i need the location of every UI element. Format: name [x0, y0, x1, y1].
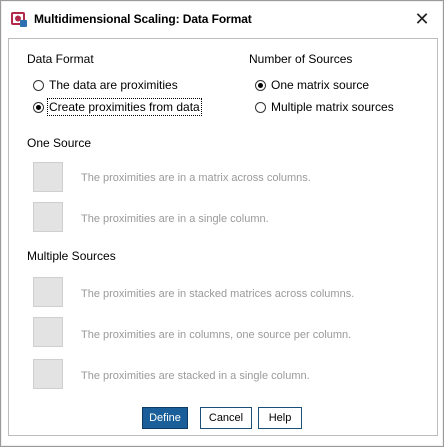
columns-per-source-tile[interactable]: [33, 317, 63, 347]
help-button[interactable]: Help: [258, 407, 302, 429]
radio-label: The data are proximities: [49, 78, 178, 92]
one-source-matrix-tile[interactable]: [33, 162, 63, 192]
data-format-dialog: Multidimensional Scaling: Data Format ✕ …: [0, 0, 444, 447]
dialog-body: Data Format The data are proximities Cre…: [2, 36, 442, 445]
define-button[interactable]: Define: [142, 407, 188, 429]
radio-one-matrix-source[interactable]: One matrix source: [255, 78, 369, 92]
radio-circle-selected[interactable]: [33, 101, 44, 113]
radio-create-proximities[interactable]: Create proximities from data: [33, 98, 202, 116]
one-source-column-label: The proximities are in a single column.: [81, 213, 269, 225]
stacked-single-column-label: The proximities are stacked in a single …: [81, 370, 310, 382]
one-source-column-tile[interactable]: [33, 202, 63, 232]
stacked-single-column-tile[interactable]: [33, 359, 63, 389]
radio-circle-selected[interactable]: [255, 79, 266, 91]
columns-per-source-label: The proximities are in columns, one sour…: [81, 329, 352, 341]
radio-label: Create proximities from data: [47, 98, 202, 116]
radio-label: Multiple matrix sources: [271, 100, 394, 114]
app-icon: [10, 10, 28, 28]
radio-multiple-matrix-sources[interactable]: Multiple matrix sources: [255, 100, 394, 114]
radio-circle[interactable]: [33, 79, 44, 91]
stacked-matrices-label: The proximities are in stacked matrices …: [81, 288, 355, 300]
one-source-header: One Source: [27, 136, 92, 150]
data-format-header: Data Format: [27, 52, 94, 66]
content-panel: Data Format The data are proximities Cre…: [8, 38, 438, 436]
radio-data-are-proximities[interactable]: The data are proximities: [33, 78, 178, 92]
stacked-matrices-tile[interactable]: [33, 277, 63, 307]
cancel-button[interactable]: Cancel: [200, 407, 252, 429]
multiple-sources-header: Multiple Sources: [27, 249, 116, 263]
number-of-sources-header: Number of Sources: [249, 52, 353, 66]
window-title: Multidimensional Scaling: Data Format: [34, 12, 252, 26]
one-source-matrix-label: The proximities are in a matrix across c…: [81, 172, 311, 184]
radio-circle[interactable]: [255, 101, 266, 113]
title-bar: Multidimensional Scaling: Data Format ✕: [2, 2, 442, 36]
radio-label: One matrix source: [271, 78, 370, 92]
close-icon[interactable]: ✕: [402, 2, 442, 36]
